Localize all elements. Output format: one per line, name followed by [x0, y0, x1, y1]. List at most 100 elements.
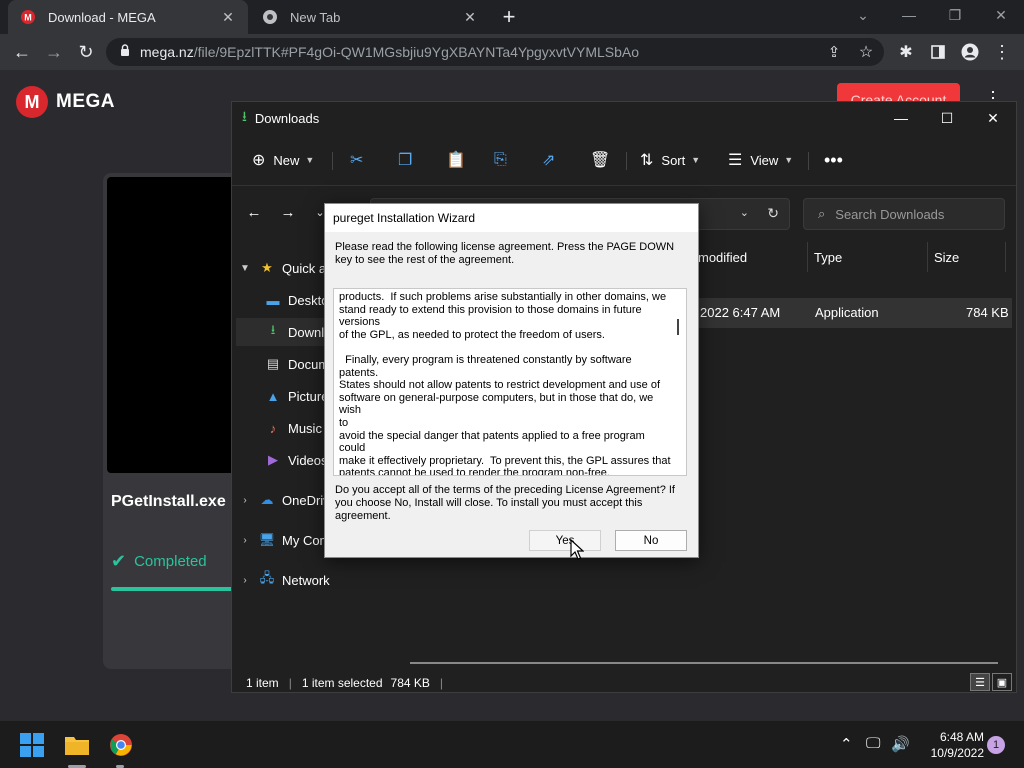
side-panel-icon[interactable] [926, 40, 950, 64]
yes-button[interactable]: Yes [529, 530, 601, 551]
no-button[interactable]: No [615, 530, 687, 551]
selected-size: 784 KB [390, 676, 430, 690]
svg-text:M: M [24, 13, 32, 23]
new-label: New [273, 152, 300, 168]
installation-wizard-dialog: pureget Installation Wizard Please read … [324, 203, 699, 558]
download-arrow-icon: ⭳ [242, 108, 247, 124]
item-count: 1 item [246, 676, 279, 690]
address-bar[interactable]: mega.nz/file/9EpzlTTK#PF4gOi-QW1MGsbjiu9… [106, 38, 884, 66]
explorer-minimize-icon[interactable]: — [878, 102, 924, 134]
network-icon: 🖧 [259, 570, 275, 585]
download-progress-bar [111, 587, 243, 591]
system-clock[interactable]: 6:48 AM 10/9/2022 [914, 729, 984, 761]
share-icon[interactable]: ⇪ [822, 40, 846, 64]
share-button[interactable]: ⇗ [542, 148, 563, 172]
mouse-cursor-icon [570, 538, 585, 561]
clipboard-icon: 📋 [446, 152, 466, 169]
scrollbar-thumb[interactable] [677, 319, 679, 335]
new-tab-plus-icon[interactable]: + [498, 6, 520, 29]
reload-icon[interactable]: ↻ [74, 40, 98, 64]
browser-tabstrip: M Download - MEGA ✕ New Tab ✕ + ⌄ — ❐ ✕ [0, 0, 1024, 34]
scissors-icon: ✂ [350, 152, 364, 169]
clock-date: 10/9/2022 [930, 746, 984, 760]
delete-button[interactable]: 🗑 [590, 148, 618, 172]
column-size[interactable]: Size [928, 242, 1006, 272]
license-text-box[interactable]: products. If such problems arise substan… [333, 288, 687, 476]
minimize-icon[interactable]: — [886, 0, 932, 30]
sort-button[interactable]: ⇅ Sort ▼ [640, 148, 700, 172]
new-button[interactable]: ⊕ New ▼ [252, 148, 314, 172]
pictures-icon: ▲ [266, 388, 280, 404]
chevron-down-icon: ▼ [784, 155, 794, 165]
sort-arrows-icon: ⇅ [640, 152, 654, 169]
back-arrow-icon[interactable]: ← [10, 40, 34, 64]
rename-button[interactable]: ⎘ [494, 148, 515, 172]
chevron-down-icon: ▼ [305, 155, 315, 165]
selected-count: 1 item selected [301, 676, 383, 690]
column-date-modified[interactable]: modified [692, 242, 808, 272]
details-view-icon[interactable]: ☰ [970, 673, 990, 691]
cloud-icon: ☁ [260, 492, 274, 507]
tab-new-tab[interactable]: New Tab ✕ [250, 0, 490, 34]
documents-icon: ▤ [266, 356, 280, 371]
cmd-separator [332, 152, 333, 170]
file-explorer-folder-icon[interactable] [63, 731, 91, 759]
chevron-right-icon: › [243, 494, 247, 506]
view-lines-icon: ☰ [728, 152, 743, 169]
accept-question-text: Do you accept all of the terms of the pr… [335, 484, 675, 522]
file-type: Application [815, 305, 879, 320]
extensions-puzzle-icon[interactable]: ✱ [894, 40, 918, 64]
star-icon: ★ [261, 260, 273, 275]
tab-search-chevron-icon[interactable]: ⌄ [840, 0, 886, 30]
sidebar-label: Videos [288, 452, 328, 468]
horizontal-scrollbar[interactable] [410, 662, 998, 664]
cut-button[interactable]: ✂ [350, 148, 371, 172]
view-button[interactable]: ☰ View ▼ [728, 148, 793, 172]
network-status-icon[interactable]: 🖵 [866, 735, 880, 752]
close-window-icon[interactable]: ✕ [978, 0, 1024, 30]
paste-button[interactable]: 📋 [446, 148, 474, 172]
lock-icon [120, 44, 130, 60]
show-hidden-icons-chevron-icon[interactable]: ⌃ [840, 735, 853, 753]
explorer-status-bar: 1 item | 1 item selected 784 KB | [246, 676, 444, 690]
view-label: View [750, 152, 779, 168]
tab-title: New Tab [290, 9, 341, 25]
address-dropdown-icon[interactable]: ⌄ [740, 206, 749, 219]
column-type[interactable]: Type [808, 242, 928, 272]
explorer-maximize-icon[interactable]: ☐ [924, 102, 970, 134]
chevron-down-icon: ▼ [691, 155, 701, 165]
license-scrollbar[interactable] [671, 289, 686, 475]
explorer-close-icon[interactable]: ✕ [970, 102, 1016, 134]
tab-download-mega[interactable]: M Download - MEGA ✕ [8, 0, 248, 34]
tab-close-icon[interactable]: ✕ [220, 9, 236, 25]
explorer-search-input[interactable]: ⌕ Search Downloads [803, 198, 1005, 230]
sort-label: Sort [661, 152, 686, 168]
explorer-forward-icon[interactable]: → [276, 200, 300, 224]
restore-icon[interactable]: ❐ [932, 0, 978, 30]
notification-badge[interactable]: 1 [987, 736, 1005, 754]
sidebar-item-network[interactable]: › 🖧 Network [238, 566, 388, 594]
explorer-back-icon[interactable]: ← [242, 200, 266, 224]
bookmark-star-icon[interactable]: ☆ [854, 40, 878, 64]
search-placeholder: Search Downloads [835, 206, 945, 222]
start-windows-icon[interactable] [18, 731, 46, 759]
trash-icon: 🗑 [590, 152, 611, 169]
tiles-view-icon[interactable]: ▣ [992, 673, 1012, 691]
more-options-button[interactable]: ••• [824, 148, 843, 172]
chrome-menu-icon[interactable]: ⋮ [990, 40, 1014, 64]
profile-icon[interactable] [958, 40, 982, 64]
file-preview [107, 177, 243, 473]
sidebar-label: Network [282, 572, 330, 588]
mega-logo[interactable]: M MEGA [16, 86, 115, 118]
clock-time: 6:48 AM [939, 730, 984, 744]
rename-icon: ⎘ [494, 151, 507, 168]
chrome-app-icon[interactable] [107, 731, 135, 759]
refresh-icon[interactable]: ↻ [767, 205, 779, 222]
chevron-down-icon: ▼ [240, 262, 250, 274]
forward-arrow-icon[interactable]: → [42, 40, 66, 64]
copy-button[interactable]: ❐ [398, 148, 420, 172]
file-date: 2022 6:47 AM [700, 305, 781, 320]
volume-icon[interactable]: 🔊 [891, 735, 910, 753]
tab-close-icon[interactable]: ✕ [462, 9, 478, 25]
computer-icon: 🖥 [258, 532, 276, 547]
